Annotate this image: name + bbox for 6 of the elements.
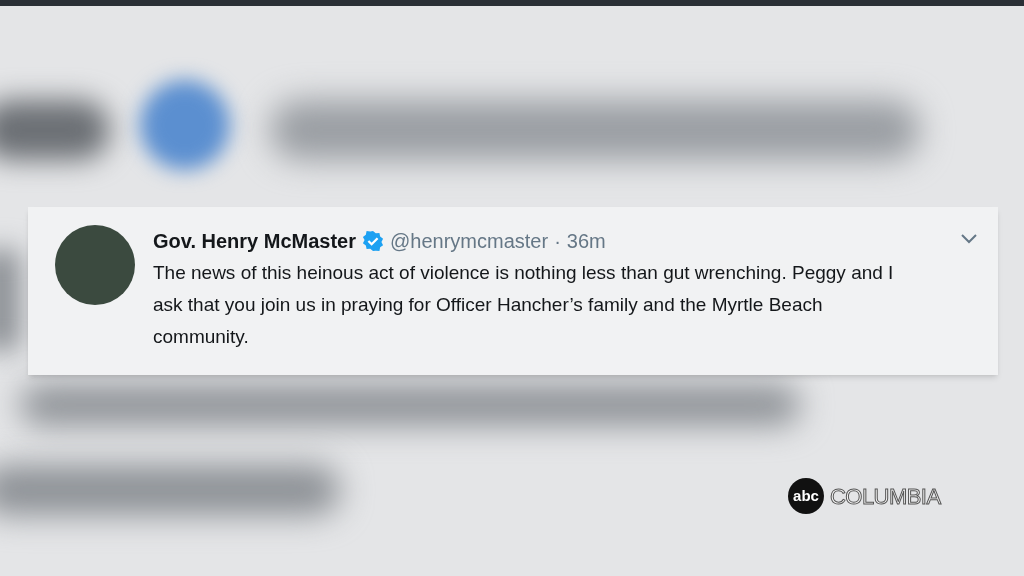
tweet-time[interactable]: 36m bbox=[566, 227, 606, 255]
tweet-text: The news of this heinous act of violence is nothing less than gut wrenching. Peggy and I ask that you join us in praying for Officer Hancher’s family and the Myrtle Beach community. bbox=[153, 261, 895, 349]
author-handle[interactable]: @henrymcmaster bbox=[390, 227, 549, 255]
chevron-down-icon[interactable] bbox=[960, 233, 978, 245]
author-name[interactable]: Gov. Henry McMaster bbox=[153, 227, 357, 255]
separator: · bbox=[554, 229, 561, 254]
